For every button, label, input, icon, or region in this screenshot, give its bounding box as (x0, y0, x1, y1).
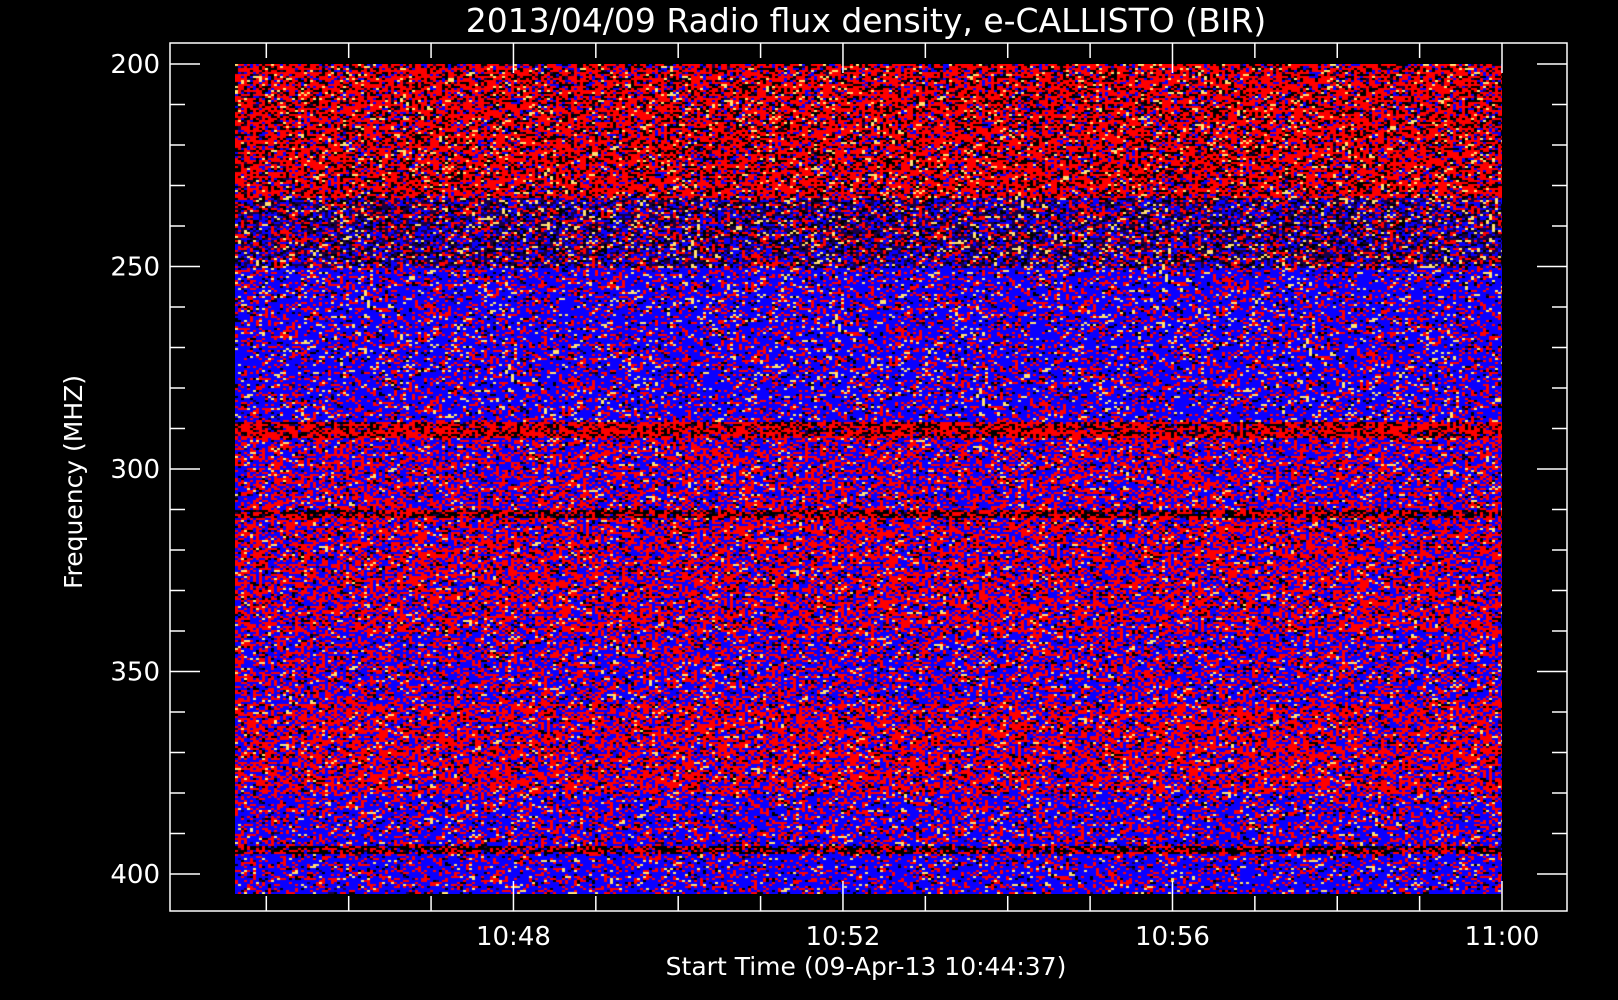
y-tick-label: 250 (110, 253, 160, 283)
y-tick-label: 200 (110, 50, 160, 80)
chart-title: 2013/04/09 Radio flux density, e-CALLIST… (466, 1, 1267, 40)
y-tick-label: 300 (110, 455, 160, 485)
x-axis-label: Start Time (09-Apr-13 10:44:37) (666, 952, 1067, 981)
y-tick-label: 400 (110, 860, 160, 890)
x-tick-label: 10:48 (476, 922, 551, 952)
x-tick-label: 10:52 (805, 922, 880, 952)
y-axis-label: Frequency (MHZ) (59, 375, 88, 589)
heatmap-raster (235, 64, 1502, 894)
spectrogram-chart: 2013/04/09 Radio flux density, e-CALLIST… (0, 0, 1618, 1000)
y-tick-label: 350 (110, 658, 160, 688)
x-tick-label: 10:56 (1135, 922, 1210, 952)
spectrogram-heatmap (235, 64, 1502, 894)
x-tick-label: 11:00 (1465, 922, 1540, 952)
